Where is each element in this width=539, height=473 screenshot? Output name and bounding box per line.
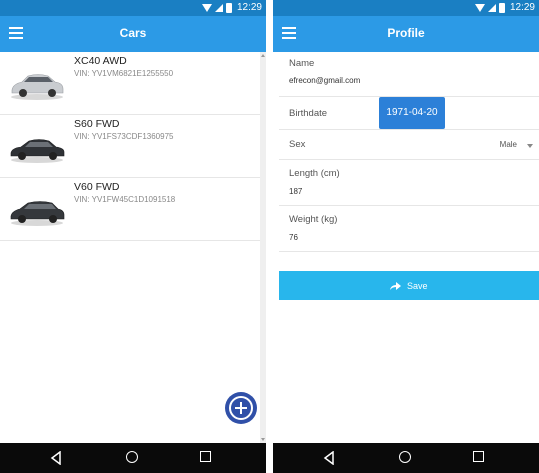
car-icon xyxy=(10,139,65,163)
name-value[interactable]: efrecon@gmail.com xyxy=(289,76,360,85)
back-icon[interactable] xyxy=(323,451,337,465)
car-list-item[interactable]: S60 FWD VIN: YV1FS73CDF1360975 xyxy=(0,115,260,178)
car-vin: VIN: YV1VM6821E1255550 xyxy=(74,69,174,78)
car-list-item[interactable]: XC40 AWD VIN: YV1VM6821E1255550 xyxy=(0,52,260,115)
sex-select[interactable]: Male xyxy=(500,140,517,149)
home-icon[interactable] xyxy=(126,451,140,465)
page-title: Profile xyxy=(387,26,425,40)
weight-field[interactable]: Weight (kg) 76 xyxy=(279,206,539,252)
length-value[interactable]: 187 xyxy=(289,187,302,196)
profile-form: Name efrecon@gmail.com Birthdate 1971-04… xyxy=(279,52,539,252)
birthdate-picker-button[interactable]: 1971-04-20 xyxy=(379,97,445,129)
car-name: V60 FWD xyxy=(74,181,120,193)
signal-icon xyxy=(487,4,496,12)
recent-apps-icon[interactable] xyxy=(473,451,487,465)
car-list: XC40 AWD VIN: YV1VM6821E1255550 S60 FWD … xyxy=(0,52,260,241)
nav-bar xyxy=(273,443,539,473)
length-label: Length (cm) xyxy=(289,168,340,179)
cars-screen: 12:29 Cars XC40 AWD VIN: YV1VM6821E12555… xyxy=(0,0,266,473)
scroll-up-icon[interactable] xyxy=(261,54,265,57)
app-bar: Cars xyxy=(0,16,266,52)
scroll-down-icon[interactable] xyxy=(261,438,265,441)
car-name: S60 FWD xyxy=(74,118,120,130)
car-list-item[interactable]: V60 FWD VIN: YV1FW45C1D1091518 xyxy=(0,178,260,241)
car-vin: VIN: YV1FW45C1D1091518 xyxy=(74,195,176,204)
recent-apps-icon[interactable] xyxy=(200,451,214,465)
plus-circle-icon xyxy=(229,396,253,420)
name-label: Name xyxy=(289,58,315,69)
weight-value[interactable]: 76 xyxy=(289,233,298,242)
back-icon[interactable] xyxy=(50,451,64,465)
car-name: XC40 AWD xyxy=(74,55,127,67)
weight-label: Weight (kg) xyxy=(289,214,338,225)
share-arrow-icon xyxy=(390,281,402,290)
home-icon[interactable] xyxy=(399,451,413,465)
status-bar: 12:29 xyxy=(273,0,539,16)
save-label: Save xyxy=(407,280,428,291)
wifi-icon xyxy=(201,4,212,12)
sex-field[interactable]: Sex Male xyxy=(279,130,539,160)
save-button[interactable]: Save xyxy=(279,271,539,300)
screen-divider xyxy=(266,0,273,473)
profile-screen: 12:29 Profile Name efrecon@gmail.com Bir… xyxy=(273,0,539,473)
name-field[interactable]: Name efrecon@gmail.com xyxy=(279,52,539,97)
birthdate-label: Birthdate xyxy=(289,108,328,119)
status-time: 12:29 xyxy=(509,2,535,13)
car-icon xyxy=(10,201,65,226)
battery-icon xyxy=(225,3,232,13)
birthdate-field: Birthdate 1971-04-20 xyxy=(279,97,539,130)
page-title: Cars xyxy=(119,26,147,40)
length-field[interactable]: Length (cm) 187 xyxy=(279,160,539,206)
car-vin: VIN: YV1FS73CDF1360975 xyxy=(74,132,174,141)
add-car-button[interactable] xyxy=(225,392,257,424)
battery-icon xyxy=(498,3,505,13)
status-bar: 12:29 xyxy=(0,0,266,16)
wifi-icon xyxy=(474,4,485,12)
app-bar: Profile xyxy=(273,16,539,52)
nav-bar xyxy=(0,443,266,473)
signal-icon xyxy=(214,4,223,12)
status-time: 12:29 xyxy=(236,2,262,13)
chevron-down-icon[interactable] xyxy=(527,144,533,148)
car-icon xyxy=(11,74,64,100)
sex-label: Sex xyxy=(289,139,306,150)
